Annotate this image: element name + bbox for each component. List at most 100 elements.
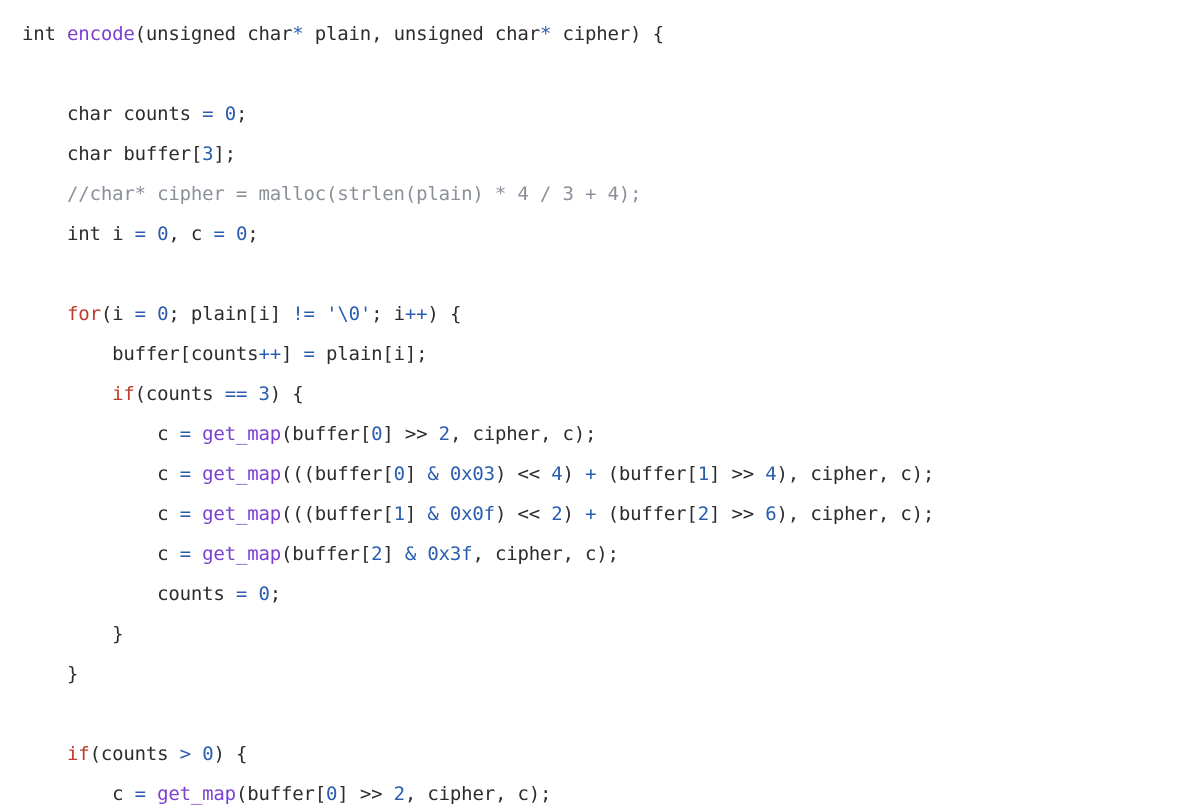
code-token-default xyxy=(225,223,236,245)
code-line: char buffer[3]; xyxy=(22,134,1188,174)
code-token-number: 0 xyxy=(258,583,270,605)
code-token-default xyxy=(22,383,112,405)
code-token-default: buffer[counts xyxy=(22,343,259,365)
code-token-default: int xyxy=(22,23,68,45)
code-token-operator: * xyxy=(539,23,552,45)
code-token-operator: = xyxy=(179,423,191,445)
code-token-number: 1 xyxy=(697,463,709,485)
code-token-operator: = xyxy=(213,223,225,245)
code-line: if(counts == 3) { xyxy=(22,374,1188,414)
code-token-operator: + xyxy=(585,503,597,525)
code-token-default: plain, unsigned char xyxy=(303,23,540,45)
code-token-default: ) { xyxy=(427,303,462,325)
code-line: c = get_map(buffer[2] & 0x3f, cipher, c)… xyxy=(22,534,1188,574)
code-token-operator: == xyxy=(224,383,248,405)
code-token-default xyxy=(146,303,157,325)
code-token-number: 3 xyxy=(258,383,270,405)
code-token-default: << xyxy=(517,503,541,525)
code-token-default: plain[i]; xyxy=(314,343,428,365)
code-token-default: , cipher, c); xyxy=(404,783,552,805)
code-token-default: c xyxy=(22,543,180,565)
code-token-default: >> xyxy=(731,463,755,485)
code-token-operator: = xyxy=(134,303,146,325)
code-token-number: 0 xyxy=(371,423,383,445)
code-token-default: ), cipher, c); xyxy=(776,503,935,525)
code-token-default: ; plain[i] xyxy=(168,303,293,325)
code-token-operator: = xyxy=(179,503,191,525)
code-token-default: ) { xyxy=(269,383,304,405)
code-token-number: 0 xyxy=(157,303,169,325)
code-token-default: ; xyxy=(269,583,281,605)
code-token-number: 4 xyxy=(765,463,777,485)
code-token-operator: != xyxy=(292,303,315,325)
code-viewer[interactable]: int encode(unsigned char* plain, unsigne… xyxy=(0,0,1188,812)
code-token-default: c xyxy=(22,423,180,445)
code-token-operator: = xyxy=(235,583,248,605)
code-token-number: 4 xyxy=(551,463,563,485)
code-token-default: c xyxy=(22,503,180,525)
code-token-default: (i xyxy=(100,303,135,325)
code-line: } xyxy=(22,654,1188,694)
code-token-operator: * xyxy=(292,23,304,45)
code-token-default: , c xyxy=(168,223,214,245)
code-token-operator: & 0x3f xyxy=(404,543,473,565)
code-token-default xyxy=(22,183,67,205)
code-token-keyword: if xyxy=(67,743,90,765)
code-token-operator: ++ xyxy=(258,343,281,365)
code-token-default xyxy=(22,743,67,765)
code-token-default: cipher) { xyxy=(551,23,664,45)
code-token-default: >> xyxy=(731,503,755,525)
code-token-default: << xyxy=(517,463,541,485)
code-line: //char* cipher = malloc(strlen(plain) * … xyxy=(22,174,1188,214)
code-token-string: '\0' xyxy=(326,303,372,325)
code-token-default: ; xyxy=(247,223,259,245)
code-token-function: get_map xyxy=(157,783,236,805)
code-token-operator: = xyxy=(134,783,146,805)
code-token-number: 2 xyxy=(393,783,405,805)
code-token-default: c xyxy=(22,463,180,485)
code-token-number: 0 xyxy=(326,783,338,805)
code-token-default: counts xyxy=(22,583,236,605)
code-token-number: 1 xyxy=(393,503,405,525)
code-token-default: ) xyxy=(562,463,586,485)
code-token-default: ] xyxy=(708,503,732,525)
code-token-default: ] xyxy=(382,423,405,445)
code-token-function: get_map xyxy=(202,503,281,525)
code-token-default xyxy=(540,463,551,485)
code-token-default: >> xyxy=(359,783,383,805)
code-token-default xyxy=(191,423,202,445)
code-token-default xyxy=(247,583,258,605)
code-block[interactable]: int encode(unsigned char* plain, unsigne… xyxy=(0,0,1188,812)
code-token-default: (buffer[ xyxy=(596,463,698,485)
code-line: int i = 0, c = 0; xyxy=(22,214,1188,254)
code-token-default xyxy=(540,503,551,525)
code-token-default: ]; xyxy=(213,143,236,165)
code-token-default xyxy=(191,503,202,525)
code-token-default: ] xyxy=(404,463,428,485)
code-token-default: ) { xyxy=(213,743,248,765)
code-token-keyword: for xyxy=(67,303,101,325)
code-line: buffer[counts++] = plain[i]; xyxy=(22,334,1188,374)
code-token-default: char buffer[ xyxy=(22,143,203,165)
code-token-function: get_map xyxy=(202,463,281,485)
code-token-default: ) xyxy=(494,503,518,525)
code-token-default: (buffer[ xyxy=(281,543,372,565)
code-token-number: 3 xyxy=(202,143,214,165)
code-token-default xyxy=(146,783,157,805)
code-token-default: ] xyxy=(404,503,428,525)
code-token-default: ; i xyxy=(371,303,405,325)
code-token-default xyxy=(191,743,202,765)
code-token-default: ] xyxy=(708,463,732,485)
code-token-operator: = xyxy=(202,103,214,125)
code-token-default xyxy=(191,463,202,485)
code-line: c = get_map(buffer[0] >> 2, cipher, c); xyxy=(22,774,1188,812)
code-line: char counts = 0; xyxy=(22,94,1188,134)
code-token-default: (unsigned char xyxy=(134,23,293,45)
code-token-default xyxy=(191,543,202,565)
code-token-number: 2 xyxy=(438,423,450,445)
code-token-number: 2 xyxy=(551,503,563,525)
code-token-default: ) xyxy=(562,503,586,525)
code-token-default: >> xyxy=(404,423,428,445)
code-line: counts = 0; xyxy=(22,574,1188,614)
